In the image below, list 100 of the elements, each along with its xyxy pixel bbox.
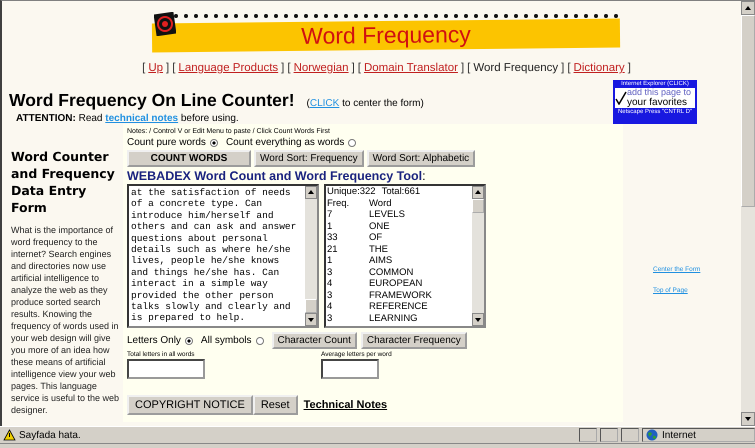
bracket: ] xyxy=(561,62,564,74)
sidebar-text: What is the importance of word frequency to the internet? Search engines and directories now use artificial intelligence to analyze the web as they produce sorted search results. Knowing the frequency of words used in your web design will give you more of an idea how these means of artificial intelligence view your web pages. This language service is useful to the web designer. xyxy=(11,224,120,416)
frequency-cell-text: 4 xyxy=(327,301,334,312)
column-header: Word xyxy=(369,198,392,209)
word-cell: FRAMEWORK xyxy=(369,290,432,301)
frequency-list[interactable]: Unique:322 Total:661 Freq. Word 7 LEVELS 1 ONE 33 OF 21 THE 1 AIMS 3 COMMON 4 EUROPEAN 3 FRAMEWORK 4 REFERENCE 3 LEARNING xyxy=(324,184,486,328)
page-title: Word Frequency On Line Counter! xyxy=(9,90,295,110)
bracket: ] xyxy=(628,62,631,74)
scroll-down-icon[interactable] xyxy=(305,313,317,326)
text-line: of a concrete type. Can xyxy=(131,198,264,210)
ad-text: your favorites xyxy=(627,97,688,108)
frequency-cell-text: 3 xyxy=(327,290,334,301)
text-line: interact in a simple way xyxy=(131,278,269,290)
action-button[interactable]: Word Sort: Frequency xyxy=(254,150,364,167)
text-line: questions about personal xyxy=(131,232,269,244)
scroll-up-icon[interactable] xyxy=(741,1,755,15)
bracket: ] xyxy=(166,62,170,74)
action-button[interactable]: Reset xyxy=(252,395,298,415)
frequency-cell-text: 1 xyxy=(327,255,334,266)
ad-text: add this page to xyxy=(627,88,692,97)
frequency-cell-text: 21 xyxy=(327,244,339,255)
text-line: introduce him/herself and xyxy=(131,210,275,222)
center-note: (CLICK to center the form) xyxy=(306,98,424,109)
scroll-thumb[interactable] xyxy=(741,15,755,207)
nav-link[interactable]: Up xyxy=(148,62,164,74)
frequency-cell-text: 33 xyxy=(327,232,339,244)
text-line: at the satisfaction of needs xyxy=(131,187,292,198)
word-cell: EUROPEAN xyxy=(369,278,422,290)
text-line: others and can ask and answer xyxy=(131,221,298,233)
zone-label: Internet xyxy=(662,430,696,440)
sidebar-title: Word Counter and Frequency Data Entry Form xyxy=(11,148,116,216)
bracket: [ xyxy=(172,62,176,74)
bracket: [ xyxy=(287,62,291,74)
radio-label: Letters Only xyxy=(127,335,181,346)
nav-link[interactable]: Dictionary xyxy=(574,62,625,74)
page-scrollbar[interactable] xyxy=(741,1,755,426)
action-button[interactable]: Character Frequency xyxy=(360,332,467,349)
banner-title: Word Frequency xyxy=(152,18,620,52)
technical-notes-link[interactable]: Technical Notes xyxy=(304,399,388,411)
status-pane xyxy=(579,428,597,442)
word-cell: AIMS xyxy=(369,255,392,266)
action-button[interactable]: Character Count xyxy=(272,332,357,349)
bracket: [ xyxy=(358,62,361,74)
colon: : xyxy=(422,169,426,183)
frequency-cell-text: 7 xyxy=(327,209,334,220)
scroll-thumb[interactable] xyxy=(472,199,484,213)
bracket: [ xyxy=(467,62,470,74)
radio-label: Count pure words xyxy=(127,137,206,148)
input-field[interactable] xyxy=(321,359,379,379)
word-cell: LEARNING xyxy=(369,312,418,324)
warning-icon xyxy=(3,429,16,441)
word-cell: ONE xyxy=(369,220,390,232)
bracket: [ xyxy=(567,62,571,74)
nav-link[interactable]: Domain Translator xyxy=(364,62,458,74)
scroll-down-icon[interactable] xyxy=(741,412,755,426)
text-line: is prepared to help. xyxy=(131,312,246,324)
radio-label: Count everything as words xyxy=(226,137,344,148)
scroll-thumb[interactable] xyxy=(305,299,317,313)
radio-button[interactable] xyxy=(210,138,218,146)
status-message: Sayfada hata. xyxy=(19,430,82,440)
radio-button[interactable] xyxy=(348,138,356,146)
nav-link[interactable]: Norwegian xyxy=(294,62,349,74)
status-pane xyxy=(621,428,639,442)
bracket: [ xyxy=(142,62,146,74)
radio-button[interactable] xyxy=(184,336,193,344)
text-line: lives, people he/she knows xyxy=(131,255,280,267)
radio-button[interactable] xyxy=(256,336,264,344)
text-area[interactable] xyxy=(127,184,319,328)
action-button[interactable]: Word Sort: Alphabetic xyxy=(366,150,476,167)
word-cell: COMMON xyxy=(369,266,414,278)
text-line: provided the other person xyxy=(131,290,275,302)
bracket: ] xyxy=(281,62,284,74)
frequency-cell-text: 1 xyxy=(327,220,334,232)
status-pane xyxy=(600,428,618,442)
unique-count: Unique:322 xyxy=(327,186,376,198)
frequency-cell-text: 3 xyxy=(327,312,334,324)
bracket: ] xyxy=(460,62,464,74)
nav-link[interactable]: Language Products xyxy=(178,62,278,74)
nav-current: Word Frequency xyxy=(473,62,558,74)
frequency-cell-text: 4 xyxy=(327,278,334,290)
column-header: Freq. xyxy=(327,198,350,209)
text-line: and things he/she has. Can xyxy=(131,266,280,278)
tool-title: WEBADEX Word Count and Word Frequency Tool xyxy=(127,169,422,183)
checkmark-icon xyxy=(615,91,627,105)
scroll-up-icon[interactable] xyxy=(472,186,484,199)
scroll-up-icon[interactable] xyxy=(305,186,317,199)
bracket: ] xyxy=(352,62,355,74)
scrollbar[interactable] xyxy=(305,186,317,326)
total-count: Total:661 xyxy=(382,186,420,198)
attention-text: ATTENTION: Read technical notes before using. xyxy=(15,113,240,124)
scrollbar[interactable] xyxy=(472,186,484,326)
word-cell: REFERENCE xyxy=(369,301,428,312)
word-cell: OF xyxy=(369,232,382,244)
action-button[interactable]: COUNT WORDS xyxy=(127,150,251,167)
word-cell: THE xyxy=(369,244,388,255)
globe-icon xyxy=(646,429,658,441)
word-cell: LEVELS xyxy=(369,209,405,220)
action-button[interactable]: COPYRIGHT NOTICE xyxy=(127,395,253,415)
input-field[interactable] xyxy=(127,359,205,379)
scroll-down-icon[interactable] xyxy=(472,313,484,326)
